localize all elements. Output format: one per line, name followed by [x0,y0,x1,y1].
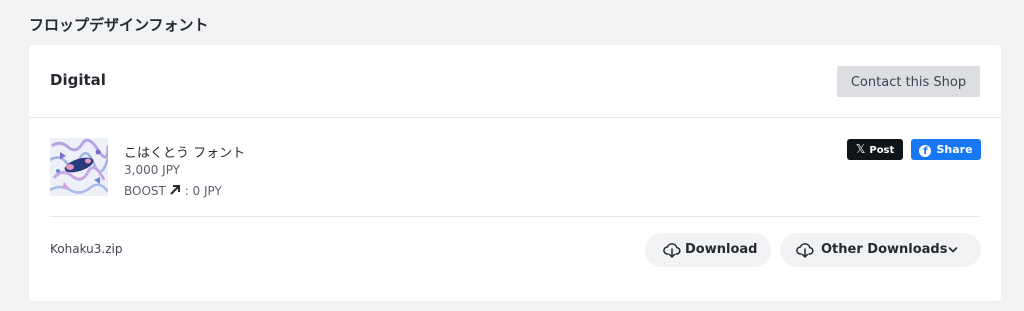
thumbnail-artwork [50,138,108,196]
chevron-down-icon [948,247,958,253]
boost-line: BOOST : 0 JPY [124,184,222,198]
facebook-logo-icon: f [919,145,932,157]
download-label: Download [685,242,758,257]
boost-arrow-icon [170,185,180,195]
boost-label: BOOST [124,184,166,198]
product-thumbnail[interactable] [50,138,108,196]
card-header: Digital Contact this Shop [29,45,1001,118]
cloud-download-icon [663,243,681,258]
other-downloads-label: Other Downloads [821,242,948,257]
category-title: Digital [50,71,106,89]
facebook-share-button[interactable]: f Share [911,139,981,160]
download-button[interactable]: Download [645,233,771,267]
x-post-button[interactable]: 𝕏 Post [847,139,903,160]
x-post-label: Post [869,145,895,156]
x-logo-icon: 𝕏 [855,142,866,156]
product-card: Digital Contact this Shop こはくとう フォント 3,0… [29,45,1001,301]
contact-shop-button[interactable]: Contact this Shop [837,66,980,97]
divider [50,216,980,217]
page-heading: フロップデザインフォント [29,16,209,34]
file-name: Kohaku3.zip [50,242,123,256]
other-downloads-button[interactable]: Other Downloads [780,233,981,267]
product-price: 3,000 JPY [124,163,181,177]
fb-share-label: Share [936,143,973,156]
boost-value: : 0 JPY [184,184,222,198]
cloud-download-icon [796,243,814,258]
product-name[interactable]: こはくとう フォント [124,142,245,161]
